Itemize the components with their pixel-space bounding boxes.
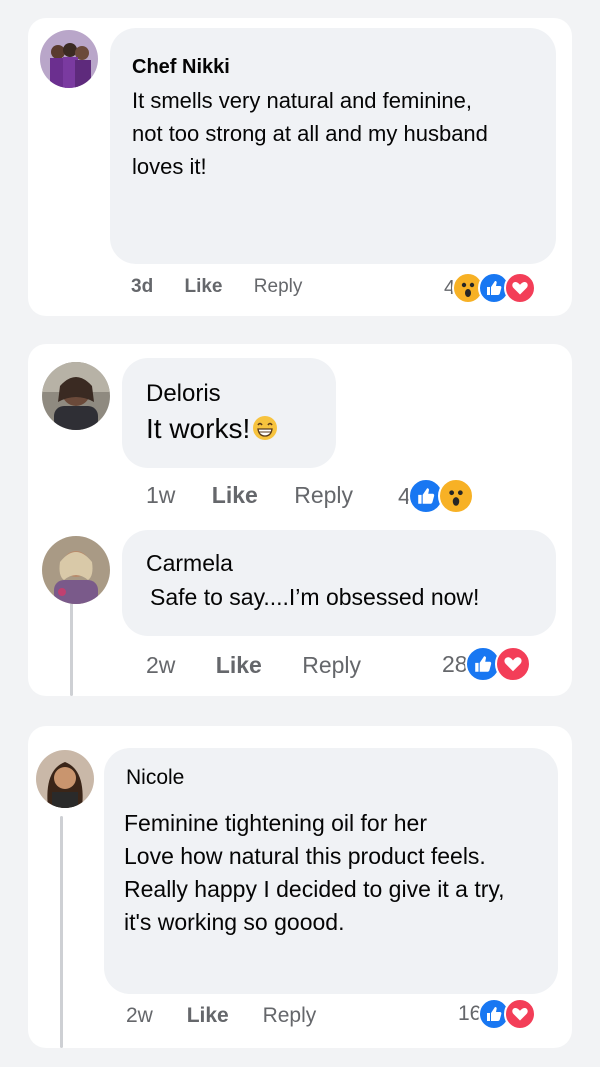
avatar[interactable] (40, 30, 98, 88)
grinning-face-emoji (252, 415, 278, 441)
like-button[interactable]: Like (212, 482, 258, 508)
comment-text-line: not too strong at all and my husband (132, 121, 488, 146)
reaction-summary[interactable]: 4 (444, 272, 537, 304)
love-icon (494, 646, 531, 682)
reply-button[interactable]: Reply (302, 652, 361, 678)
timestamp[interactable]: 3d (131, 276, 153, 297)
wow-icon (437, 478, 474, 514)
comment-actions: 2w Like Reply (126, 1004, 316, 1028)
comment-bubble: Nicole Feminine tightening oil for her L… (104, 748, 558, 994)
comment-text-line: Feminine tightening oil for her (124, 810, 427, 836)
comment-actions: 2w Like Reply (146, 652, 361, 679)
reply-thread-line (70, 602, 73, 696)
comment-card: Deloris It works! 1w Like Reply 4 Carmel… (28, 344, 572, 696)
avatar[interactable] (36, 750, 94, 808)
comment-actions: 3d Like Reply (131, 276, 302, 298)
timestamp[interactable]: 2w (146, 652, 175, 678)
comment-text-line: it's working so goood. (124, 909, 345, 935)
reply-button[interactable]: Reply (294, 482, 353, 508)
reaction-summary[interactable]: 28 (442, 646, 531, 682)
timestamp[interactable]: 2w (126, 1004, 153, 1027)
reaction-summary[interactable]: 16 (458, 998, 537, 1030)
comment-text: It works! (146, 413, 278, 445)
author-name[interactable]: Deloris (146, 380, 221, 408)
comment-text-line: Really happy I decided to give it a try, (124, 876, 505, 902)
reaction-count: 28 (442, 650, 468, 677)
comment-text-line: Love how natural this product feels. (124, 843, 486, 869)
comment-card: Nicole Feminine tightening oil for her L… (28, 726, 572, 1048)
comment-actions: 1w Like Reply (146, 482, 353, 509)
reply-button[interactable]: Reply (254, 276, 303, 297)
comment-bubble: Chef Nikki It smells very natural and fe… (110, 28, 556, 264)
reaction-summary[interactable]: 4 (398, 478, 474, 514)
comment-bubble: Carmela Safe to say....I’m obsessed now! (122, 530, 556, 636)
avatar[interactable] (42, 536, 110, 604)
love-icon (504, 998, 537, 1030)
comment-text-value: It works! (146, 413, 251, 444)
comment-text: Safe to say....I’m obsessed now! (150, 584, 480, 610)
avatar[interactable] (42, 362, 110, 430)
comment-text-line: It smells very natural and feminine, (132, 88, 472, 113)
author-name[interactable]: Nicole (126, 766, 184, 790)
comment-card: Chef Nikki It smells very natural and fe… (28, 18, 572, 316)
reply-button[interactable]: Reply (263, 1004, 317, 1027)
like-button[interactable]: Like (184, 276, 222, 297)
comment-bubble: Deloris It works! (122, 358, 336, 468)
comment-text-line: loves it! (132, 154, 207, 179)
reply-thread-line (60, 816, 63, 1048)
love-icon (504, 272, 537, 304)
author-name[interactable]: Carmela (146, 550, 233, 577)
timestamp[interactable]: 1w (146, 482, 175, 508)
like-button[interactable]: Like (187, 1004, 229, 1027)
author-name[interactable]: Chef Nikki (132, 56, 230, 79)
like-button[interactable]: Like (216, 652, 262, 678)
